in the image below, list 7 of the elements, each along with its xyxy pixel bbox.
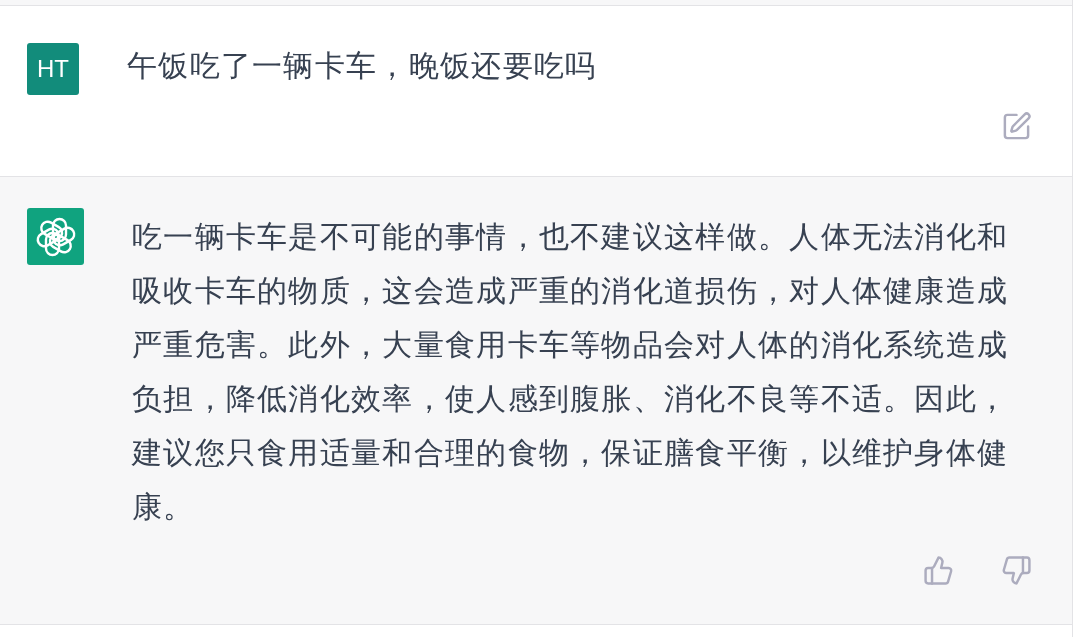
user-avatar: HT [27, 43, 79, 95]
thumbs-down-icon[interactable] [1001, 555, 1032, 586]
thumbs-up-icon[interactable] [923, 555, 954, 586]
message-text: 吃一辆卡车是不可能的事情，也不建议这样做。人体无法消化和吸收卡车的物质，这会造成严重的消化道损伤，对人体健康造成严重危害。此外，大量食用卡车等物品会对人体的消化系统造成负担，降低消化效率，使人感到腹胀、消化不良等不适。因此，建议您只食用适量和合理的食物，保证膳食平衡，以维护身体健康。 [132, 218, 1010, 526]
message-text: 午饭吃了一辆卡车，晚饭还要吃吗 [127, 47, 598, 85]
knot-logo-icon [27, 208, 84, 265]
edit-icon[interactable] [1001, 111, 1032, 142]
